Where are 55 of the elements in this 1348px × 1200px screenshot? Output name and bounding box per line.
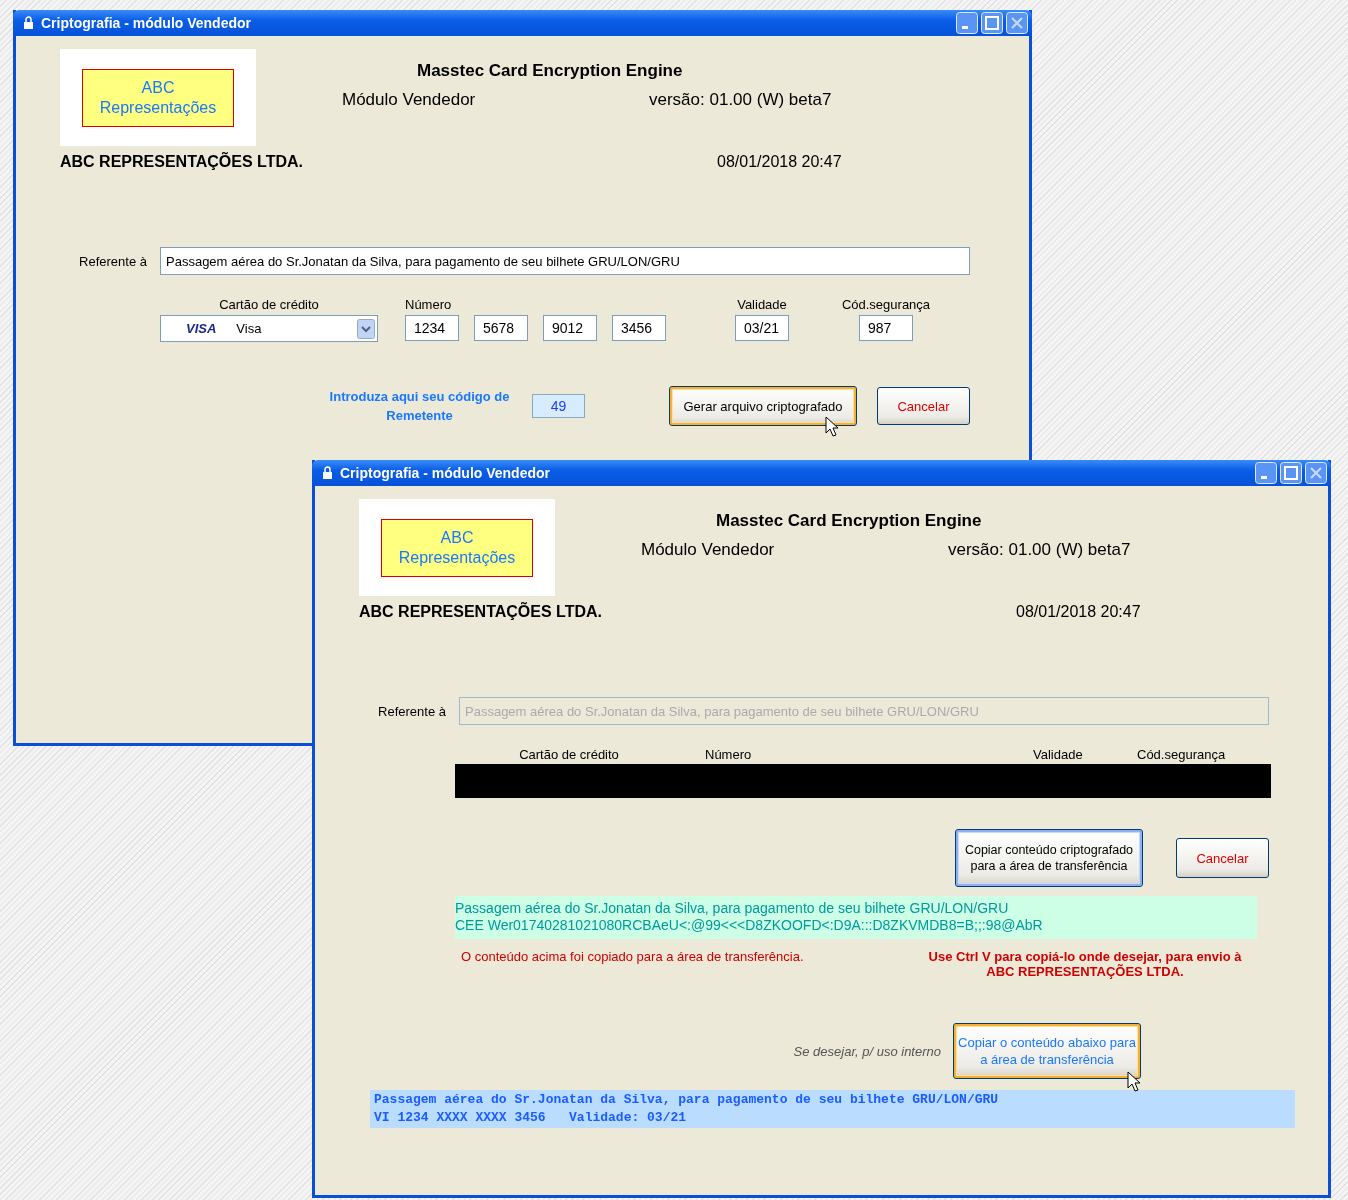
field-label: Número [405,297,452,314]
maximize-button[interactable] [1280,462,1302,484]
module-name: Módulo Vendedor [641,540,776,560]
lock-icon [21,16,36,30]
cancel-button[interactable]: Cancelar [1176,838,1269,878]
field-label: Referente à [78,253,147,269]
column-header: Cartão de crédito [518,747,620,764]
lock-icon [320,466,335,480]
card-number-field[interactable]: 3456 [612,315,666,341]
card-type-dropdown[interactable]: VISA Visa [160,315,378,342]
reference-field[interactable]: Passagem aérea do Sr.Jonatan da Silva, para pagamento de seu bilhete GRU/LON/GRU [160,247,970,275]
minimize-button[interactable] [1255,462,1277,484]
sender-code-field[interactable]: 49 [532,394,585,418]
action-button[interactable]: Copiar conteúdo criptografado para a área de transferência [955,829,1143,887]
column-header: Validade [1033,747,1084,764]
close-button[interactable] [1305,462,1327,484]
column-header: Número [705,747,753,764]
reference-field: Passagem aérea do Sr.Jonatan da Silva, para pagamento de seu bilhete GRU/LON/GRU [459,697,1269,725]
action-button[interactable]: Gerar arquivo criptografado [669,386,857,426]
cursor-icon [1127,1071,1141,1092]
version-text: versão: 01.00 (W) beta7 [948,540,1131,560]
company-name: ABC REPRESENTAÇÕES LTDA. [60,153,304,171]
card-number-field[interactable]: 5678 [474,315,528,341]
cursor-icon [825,416,839,437]
window-title: Criptografia - módulo Vendedor [41,15,252,31]
field-label: Cód.segurança [841,297,931,314]
minimize-button[interactable] [956,12,978,34]
field-label: Referente à [377,703,446,719]
maximize-button[interactable] [981,12,1003,34]
field-label: Cartão de crédito [219,297,319,314]
cancel-button[interactable]: Cancelar [877,387,970,425]
column-header: Cód.segurança [1137,747,1226,764]
card-summary: Passagem aérea do Sr.Jonatan da Silva, para pagamento de seu bilhete GRU/LON/GRU VI 1234 XXXX XXXX 3456 Validade: 03/21 [370,1090,1295,1128]
window-title: Criptografia - módulo Vendedor [340,465,551,481]
company-logo: ABC Representações [82,68,234,127]
card-number-field[interactable]: 1234 [405,315,459,341]
close-button[interactable] [1006,12,1028,34]
module-name: Módulo Vendedor [342,90,477,110]
company-name: ABC REPRESENTAÇÕES LTDA. [359,603,603,621]
company-logo: ABC Representações [381,518,533,577]
sender-code-label: Introduza aqui seu código de Remetente [328,388,511,425]
instruction-text: Use Ctrl V para copiá-lo onde desejar, para envio à ABC REPRESENTAÇÕES LTDA. [927,949,1243,979]
app-name: Masstec Card Encryption Engine [716,511,983,531]
encrypted-output: Passagem aérea do Sr.Jonatan da Silva, para pagamento de seu bilhete GRU/LON/GRU CEE Wer01740281021080RCBAeU<:@99<<<D8ZKOOFD<:D9A:::D8ZKVMDB8=B;;:98@AbR [455,896,1257,939]
copy-button[interactable]: Copiar o conteúdo abaixo para a área de transferência [953,1023,1141,1079]
app-name: Masstec Card Encryption Engine [417,61,684,81]
copied-message: O conteúdo acima foi copiado para a área de transferência. [461,949,805,966]
datetime-text: 08/01/2018 20:47 [1016,603,1141,621]
field-label: Validade [737,297,787,314]
security-code-field[interactable]: 987 [859,315,913,341]
version-text: versão: 01.00 (W) beta7 [649,90,832,110]
hint-text: Se desejar, p/ uso interno [792,1043,941,1059]
card-number-field[interactable]: 9012 [543,315,597,341]
expiry-field[interactable]: 03/21 [735,315,789,341]
datetime-text: 08/01/2018 20:47 [717,153,842,171]
